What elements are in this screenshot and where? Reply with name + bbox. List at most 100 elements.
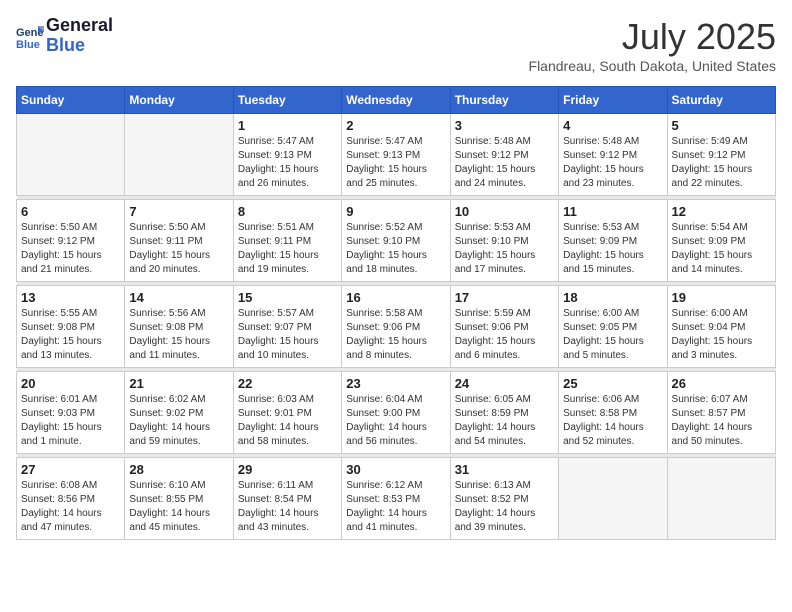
day-info: Sunrise: 5:48 AM Sunset: 9:12 PM Dayligh… xyxy=(563,135,662,191)
day-number: 4 xyxy=(563,118,662,133)
day-info: Sunrise: 5:49 AM Sunset: 9:12 PM Dayligh… xyxy=(672,135,771,191)
calendar-cell: 2 Sunrise: 5:47 AM Sunset: 9:13 PM Daylig… xyxy=(342,114,450,196)
logo: General Blue General Blue xyxy=(16,16,113,56)
day-number: 3 xyxy=(455,118,554,133)
calendar-cell: 19 Sunrise: 6:00 AM Sunset: 9:04 PM Dayli… xyxy=(667,286,775,368)
calendar-cell xyxy=(125,114,233,196)
calendar-cell: 9 Sunrise: 5:52 AM Sunset: 9:10 PM Daylig… xyxy=(342,200,450,282)
calendar-cell: 14Sunrise: 5:56 AM Sunset: 9:08 PM Dayli… xyxy=(125,286,233,368)
day-number: 14 xyxy=(129,290,228,305)
day-info: Sunrise: 5:51 AM Sunset: 9:11 PM Dayligh… xyxy=(238,221,337,277)
day-number: 31 xyxy=(455,462,554,477)
day-info: Sunrise: 5:53 AM Sunset: 9:09 PM Dayligh… xyxy=(563,221,662,277)
day-info: Sunrise: 6:01 AM Sunset: 9:03 PM Dayligh… xyxy=(21,393,120,449)
calendar-week-row: 6 Sunrise: 5:50 AM Sunset: 9:12 PM Daylig… xyxy=(17,200,776,282)
calendar-cell: 7Sunrise: 5:50 AM Sunset: 9:11 PM Daylig… xyxy=(125,200,233,282)
day-number: 10 xyxy=(455,204,554,219)
calendar-cell: 17 Sunrise: 5:59 AM Sunset: 9:06 PM Dayli… xyxy=(450,286,558,368)
day-info: Sunrise: 5:55 AM Sunset: 9:08 PM Dayligh… xyxy=(21,307,120,363)
day-number: 2 xyxy=(346,118,445,133)
calendar-cell: 20 Sunrise: 6:01 AM Sunset: 9:03 PM Dayli… xyxy=(17,372,125,454)
day-number: 1 xyxy=(238,118,337,133)
day-info: Sunrise: 6:02 AM Sunset: 9:02 PM Dayligh… xyxy=(129,393,228,449)
calendar-cell: 3 Sunrise: 5:48 AM Sunset: 9:12 PM Daylig… xyxy=(450,114,558,196)
calendar-cell: 5 Sunrise: 5:49 AM Sunset: 9:12 PM Daylig… xyxy=(667,114,775,196)
day-info: Sunrise: 6:03 AM Sunset: 9:01 PM Dayligh… xyxy=(238,393,337,449)
day-info: Sunrise: 6:04 AM Sunset: 9:00 PM Dayligh… xyxy=(346,393,445,449)
calendar-cell: 28Sunrise: 6:10 AM Sunset: 8:55 PM Dayli… xyxy=(125,458,233,540)
location: Flandreau, South Dakota, United States xyxy=(529,58,776,74)
day-number: 24 xyxy=(455,376,554,391)
weekday-header-thursday: Thursday xyxy=(450,87,558,114)
day-number: 6 xyxy=(21,204,120,219)
weekday-header-tuesday: Tuesday xyxy=(233,87,341,114)
page-header: General Blue General Blue July 2025 Flan… xyxy=(16,16,776,74)
calendar-cell: 23 Sunrise: 6:04 AM Sunset: 9:00 PM Dayli… xyxy=(342,372,450,454)
calendar-cell: 24Sunrise: 6:05 AM Sunset: 8:59 PM Dayli… xyxy=(450,372,558,454)
day-number: 19 xyxy=(672,290,771,305)
day-number: 26 xyxy=(672,376,771,391)
day-number: 30 xyxy=(346,462,445,477)
day-info: Sunrise: 6:07 AM Sunset: 8:57 PM Dayligh… xyxy=(672,393,771,449)
calendar-cell: 29 Sunrise: 6:11 AM Sunset: 8:54 PM Dayli… xyxy=(233,458,341,540)
day-number: 22 xyxy=(238,376,337,391)
calendar-week-row: 27Sunrise: 6:08 AM Sunset: 8:56 PM Dayli… xyxy=(17,458,776,540)
day-info: Sunrise: 6:13 AM Sunset: 8:52 PM Dayligh… xyxy=(455,479,554,535)
day-info: Sunrise: 5:52 AM Sunset: 9:10 PM Dayligh… xyxy=(346,221,445,277)
day-number: 18 xyxy=(563,290,662,305)
day-number: 11 xyxy=(563,204,662,219)
day-info: Sunrise: 6:12 AM Sunset: 8:53 PM Dayligh… xyxy=(346,479,445,535)
calendar-cell: 26 Sunrise: 6:07 AM Sunset: 8:57 PM Dayli… xyxy=(667,372,775,454)
calendar-cell: 31 Sunrise: 6:13 AM Sunset: 8:52 PM Dayli… xyxy=(450,458,558,540)
calendar-cell: 18Sunrise: 6:00 AM Sunset: 9:05 PM Dayli… xyxy=(559,286,667,368)
logo-icon: General Blue xyxy=(16,22,44,50)
calendar-cell: 6 Sunrise: 5:50 AM Sunset: 9:12 PM Daylig… xyxy=(17,200,125,282)
svg-text:Blue: Blue xyxy=(16,39,40,50)
day-number: 29 xyxy=(238,462,337,477)
calendar-cell xyxy=(559,458,667,540)
day-number: 20 xyxy=(21,376,120,391)
title-block: July 2025 Flandreau, South Dakota, Unite… xyxy=(529,16,776,74)
day-number: 16 xyxy=(346,290,445,305)
calendar-cell: 1Sunrise: 5:47 AM Sunset: 9:13 PM Daylig… xyxy=(233,114,341,196)
calendar-cell: 15 Sunrise: 5:57 AM Sunset: 9:07 PM Dayli… xyxy=(233,286,341,368)
day-number: 7 xyxy=(129,204,228,219)
day-info: Sunrise: 5:48 AM Sunset: 9:12 PM Dayligh… xyxy=(455,135,554,191)
day-number: 5 xyxy=(672,118,771,133)
day-number: 9 xyxy=(346,204,445,219)
weekday-header-saturday: Saturday xyxy=(667,87,775,114)
day-number: 13 xyxy=(21,290,120,305)
calendar-cell: 21Sunrise: 6:02 AM Sunset: 9:02 PM Dayli… xyxy=(125,372,233,454)
calendar-table: SundayMondayTuesdayWednesdayThursdayFrid… xyxy=(16,86,776,540)
day-info: Sunrise: 5:57 AM Sunset: 9:07 PM Dayligh… xyxy=(238,307,337,363)
calendar-cell xyxy=(17,114,125,196)
day-info: Sunrise: 5:50 AM Sunset: 9:12 PM Dayligh… xyxy=(21,221,120,277)
day-info: Sunrise: 6:11 AM Sunset: 8:54 PM Dayligh… xyxy=(238,479,337,535)
weekday-header-monday: Monday xyxy=(125,87,233,114)
day-info: Sunrise: 6:10 AM Sunset: 8:55 PM Dayligh… xyxy=(129,479,228,535)
calendar-cell xyxy=(667,458,775,540)
calendar-cell: 22 Sunrise: 6:03 AM Sunset: 9:01 PM Dayli… xyxy=(233,372,341,454)
day-number: 23 xyxy=(346,376,445,391)
calendar-cell: 30 Sunrise: 6:12 AM Sunset: 8:53 PM Dayli… xyxy=(342,458,450,540)
calendar-week-row: 1 Sunrise: 5:47 AM Sunset: 9:13 PM Daylig… xyxy=(17,114,776,196)
day-number: 12 xyxy=(672,204,771,219)
day-info: Sunrise: 6:08 AM Sunset: 8:56 PM Dayligh… xyxy=(21,479,120,535)
day-info: Sunrise: 5:59 AM Sunset: 9:06 PM Dayligh… xyxy=(455,307,554,363)
calendar-cell: 27Sunrise: 6:08 AM Sunset: 8:56 PM Dayli… xyxy=(17,458,125,540)
day-info: Sunrise: 6:00 AM Sunset: 9:04 PM Dayligh… xyxy=(672,307,771,363)
calendar-cell: 13 Sunrise: 5:55 AM Sunset: 9:08 PM Dayli… xyxy=(17,286,125,368)
month-title: July 2025 xyxy=(529,16,776,58)
day-info: Sunrise: 5:54 AM Sunset: 9:09 PM Dayligh… xyxy=(672,221,771,277)
day-number: 17 xyxy=(455,290,554,305)
calendar-cell: 8Sunrise: 5:51 AM Sunset: 9:11 PM Daylig… xyxy=(233,200,341,282)
calendar-cell: 4 Sunrise: 5:48 AM Sunset: 9:12 PM Daylig… xyxy=(559,114,667,196)
day-number: 15 xyxy=(238,290,337,305)
logo-text: General Blue xyxy=(46,16,113,56)
calendar-header-row: SundayMondayTuesdayWednesdayThursdayFrid… xyxy=(17,87,776,114)
day-info: Sunrise: 5:47 AM Sunset: 9:13 PM Dayligh… xyxy=(346,135,445,191)
weekday-header-sunday: Sunday xyxy=(17,87,125,114)
calendar-cell: 25Sunrise: 6:06 AM Sunset: 8:58 PM Dayli… xyxy=(559,372,667,454)
calendar-cell: 10Sunrise: 5:53 AM Sunset: 9:10 PM Dayli… xyxy=(450,200,558,282)
calendar-cell: 16Sunrise: 5:58 AM Sunset: 9:06 PM Dayli… xyxy=(342,286,450,368)
